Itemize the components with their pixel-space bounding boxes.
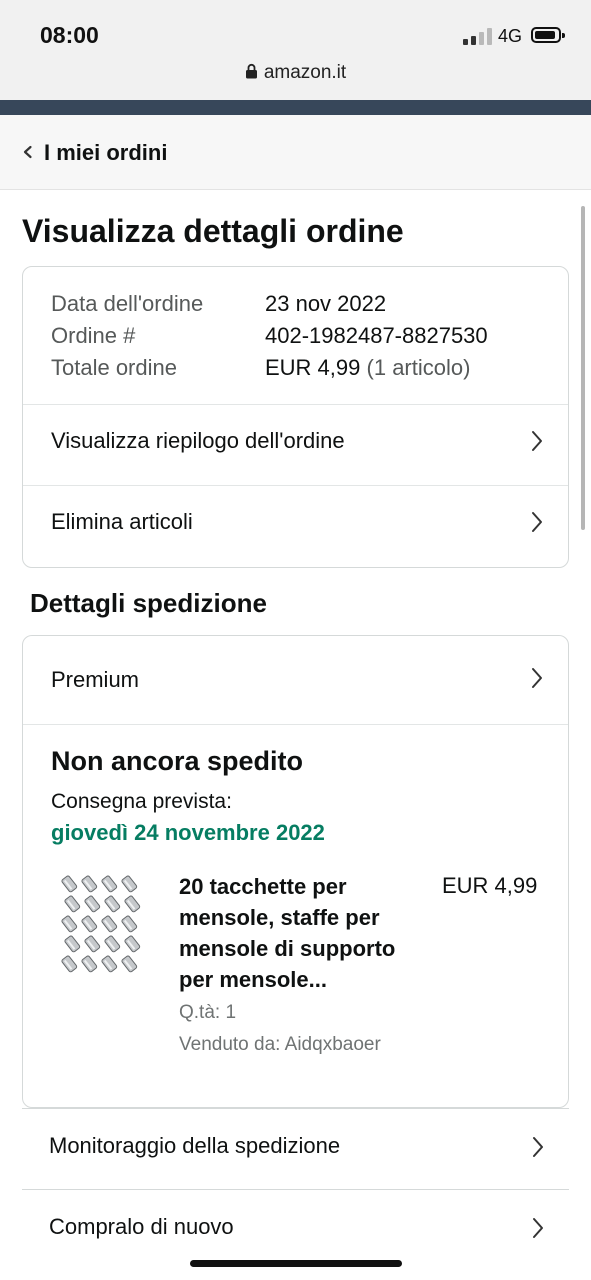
chevron-left-icon bbox=[23, 145, 32, 159]
remove-items-link[interactable]: Elimina articoli bbox=[23, 486, 568, 566]
product-title-link[interactable]: 20 tacchette per mensole, staffe per men… bbox=[179, 871, 429, 995]
back-nav[interactable]: I miei ordini bbox=[0, 115, 591, 190]
order-date-value: 23 nov 2022 bbox=[265, 291, 387, 316]
page-title: Visualizza dettagli ordine bbox=[22, 213, 404, 249]
buy-again-label: Compralo di nuovo bbox=[49, 1214, 234, 1239]
chevron-right-icon bbox=[532, 431, 542, 451]
shipping-section-title: Dettagli spedizione bbox=[30, 588, 267, 618]
delivery-estimate-date: giovedì 24 novembre 2022 bbox=[51, 820, 325, 845]
order-total-amount: EUR 4,99 bbox=[265, 355, 361, 380]
battery-icon bbox=[531, 27, 565, 43]
order-item-count: (1 articolo) bbox=[366, 355, 471, 380]
divider bbox=[23, 724, 568, 725]
chevron-right-icon bbox=[533, 1218, 543, 1238]
chevron-right-icon bbox=[533, 1137, 543, 1157]
order-summary-card: Data dell'ordine 23 nov 2022 Ordine # 40… bbox=[22, 266, 569, 568]
order-total-value: EUR 4,99 (1 articolo) bbox=[265, 355, 470, 381]
product-price: EUR 4,99 bbox=[442, 873, 538, 898]
view-order-summary-label: Visualizza riepilogo dell'ordine bbox=[51, 428, 345, 453]
address-bar[interactable]: amazon.it bbox=[0, 62, 591, 84]
network-type: 4G bbox=[498, 26, 523, 46]
site-nav-strip bbox=[0, 100, 591, 115]
delivery-estimate-label: Consegna prevista: bbox=[51, 790, 232, 813]
product-image[interactable] bbox=[59, 872, 145, 976]
buy-again-link[interactable]: Compralo di nuovo bbox=[22, 1189, 569, 1269]
home-indicator[interactable] bbox=[190, 1260, 402, 1267]
order-number-label: Ordine # bbox=[51, 323, 136, 348]
order-number-value: 402-1982487-8827530 bbox=[265, 323, 488, 348]
shipping-method-label: Premium bbox=[51, 667, 140, 692]
track-package-link[interactable]: Monitoraggio della spedizione bbox=[22, 1108, 569, 1188]
product-seller: Venduto da: Aidqxbaoer bbox=[179, 1034, 381, 1055]
chevron-right-icon bbox=[532, 512, 542, 532]
back-link-label[interactable]: I miei ordini bbox=[44, 140, 167, 166]
order-total-label: Totale ordine bbox=[51, 355, 177, 380]
chevron-right-icon bbox=[532, 668, 542, 688]
lock-icon bbox=[245, 63, 257, 79]
cellular-signal-icon bbox=[463, 28, 493, 45]
shipment-card: Premium Non ancora spedito Consegna prev… bbox=[22, 635, 569, 1108]
url-text: amazon.it bbox=[263, 62, 347, 83]
order-date-label: Data dell'ordine bbox=[51, 291, 204, 316]
product-quantity: Q.tà: 1 bbox=[179, 1002, 237, 1023]
track-package-label: Monitoraggio della spedizione bbox=[49, 1133, 341, 1158]
shipment-status: Non ancora spedito bbox=[51, 746, 304, 776]
remove-items-label: Elimina articoli bbox=[51, 509, 193, 534]
shipping-method-link[interactable]: Premium bbox=[23, 636, 568, 723]
browser-status-bar: 08:00 4G amazon.it bbox=[0, 0, 591, 100]
status-time: 08:00 bbox=[40, 22, 99, 48]
view-order-summary-link[interactable]: Visualizza riepilogo dell'ordine bbox=[23, 405, 568, 485]
page-scrollbar[interactable] bbox=[581, 206, 585, 530]
